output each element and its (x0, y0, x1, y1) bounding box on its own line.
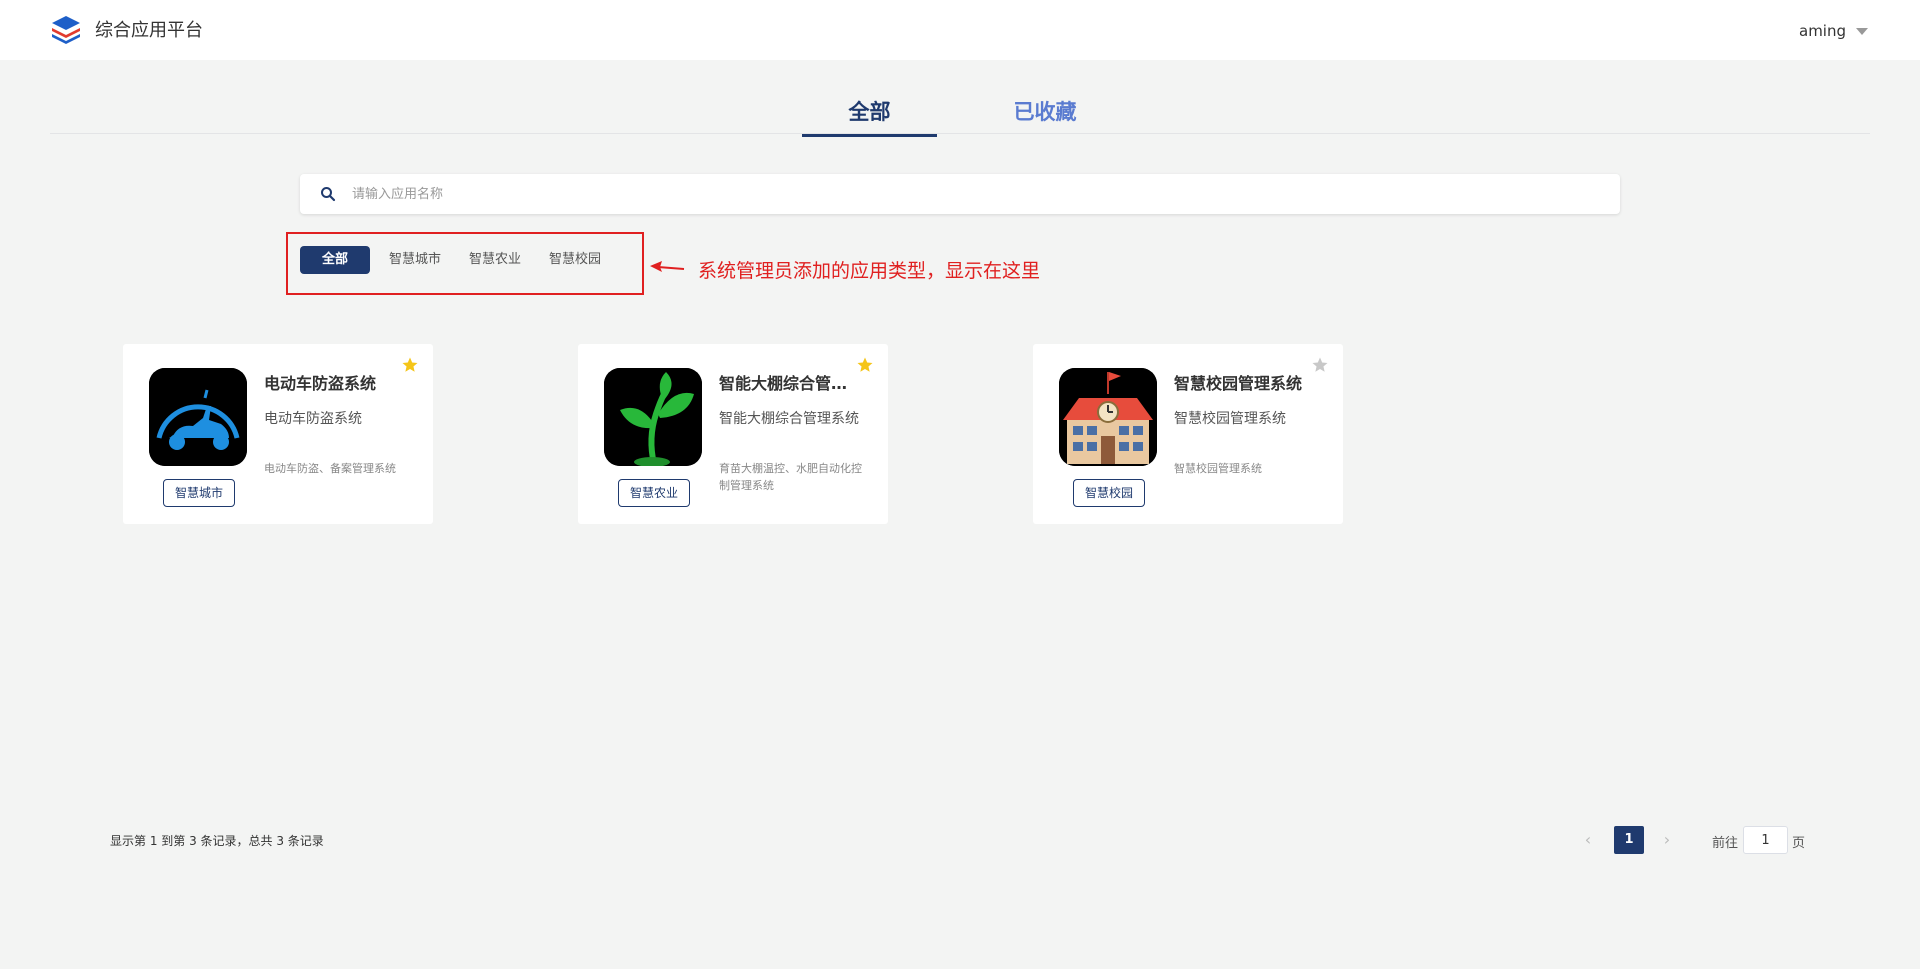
annotation-arrow-icon (650, 261, 685, 272)
app-card[interactable]: 智慧城市 电动车防盗系统 电动车防盗系统 电动车防盗、备案管理系统 (123, 344, 433, 524)
annotation-text: 系统管理员添加的应用类型，显示在这里 (698, 260, 1041, 282)
tab-all[interactable]: 全部 (802, 96, 937, 126)
app-title[interactable]: 智能大棚综合管理系统 (719, 370, 859, 394)
goto-page-input[interactable] (1743, 826, 1788, 854)
goto-label: 前往 (1712, 836, 1739, 851)
tab-favorites[interactable]: 已收藏 (980, 96, 1110, 126)
app-description: 育苗大棚温控、水肥自动化控制管理系统 (719, 462, 862, 492)
search-icon (321, 187, 336, 202)
top-header: 综合应用平台 aming (0, 0, 1920, 60)
active-tab-indicator (802, 134, 937, 137)
app-description: 电动车防盗、备案管理系统 (264, 462, 396, 475)
tabs-divider (50, 133, 1870, 134)
username: aming (1799, 22, 1846, 40)
app-description: 智慧校园管理系统 (1174, 462, 1262, 475)
app-category-tag[interactable]: 智慧农业 (618, 479, 690, 507)
app-title[interactable]: 智慧校园管理系统 (1174, 370, 1314, 394)
page-number-button[interactable]: 1 (1614, 826, 1644, 854)
search-bar (300, 174, 1620, 214)
records-summary: 显示第 1 到第 3 条记录，总共 3 条记录 (110, 834, 324, 848)
category-smart-city[interactable]: 智慧城市 (380, 246, 450, 274)
app-subtitle: 智能大棚综合管理系统 (719, 411, 859, 427)
chevron-left-icon[interactable]: ‹ (1581, 830, 1595, 850)
category-smart-campus[interactable]: 智慧校园 (540, 246, 610, 274)
app-subtitle: 电动车防盗系统 (264, 411, 362, 427)
favorite-star-icon[interactable] (856, 356, 874, 374)
search-input[interactable] (352, 174, 1602, 214)
app-title[interactable]: 电动车防盗系统 (264, 370, 404, 394)
plant-sprout-icon (604, 368, 702, 466)
category-all[interactable]: 全部 (300, 246, 370, 274)
layers-logo-icon[interactable] (50, 14, 82, 44)
favorite-star-icon[interactable] (401, 356, 419, 374)
electric-scooter-icon (149, 368, 247, 466)
user-menu[interactable]: aming (1799, 22, 1868, 40)
goto-suffix: 页 (1792, 836, 1806, 851)
brand-title: 综合应用平台 (95, 20, 203, 41)
school-building-icon (1059, 368, 1157, 466)
chevron-right-icon[interactable]: › (1660, 830, 1674, 850)
app-card[interactable]: 智慧农业 智能大棚综合管理系统 智能大棚综合管理系统 育苗大棚温控、水肥自动化控… (578, 344, 888, 524)
caret-down-icon (1856, 27, 1868, 35)
app-category-tag[interactable]: 智慧城市 (163, 479, 235, 507)
app-card[interactable]: 智慧校园 智慧校园管理系统 智慧校园管理系统 智慧校园管理系统 (1033, 344, 1343, 524)
category-smart-agriculture[interactable]: 智慧农业 (460, 246, 530, 274)
favorite-star-icon[interactable] (1311, 356, 1329, 374)
app-subtitle: 智慧校园管理系统 (1174, 411, 1286, 427)
app-category-tag[interactable]: 智慧校园 (1073, 479, 1145, 507)
